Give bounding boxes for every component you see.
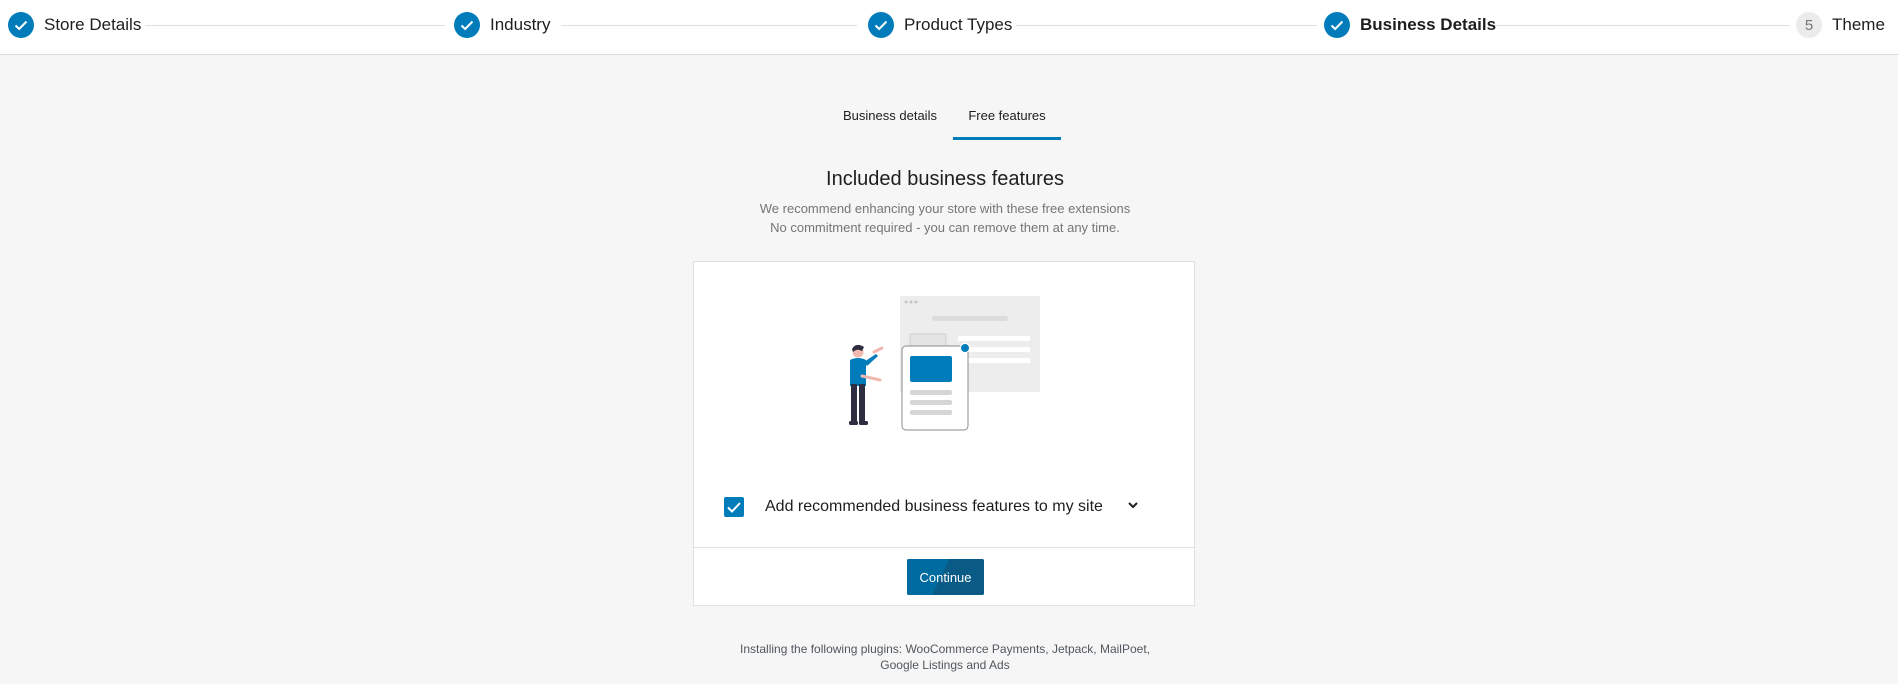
step-product-types[interactable]: Product Types bbox=[868, 12, 1012, 38]
setup-stepper: Store Details Industry Product Types Bus… bbox=[0, 0, 1898, 55]
check-icon bbox=[1324, 12, 1350, 38]
step-connector bbox=[1016, 25, 1317, 26]
check-icon bbox=[454, 12, 480, 38]
plugins-note-line: Installing the following plugins: WooCom… bbox=[740, 642, 1150, 656]
tab-free-features[interactable]: Free features bbox=[953, 96, 1061, 140]
check-icon bbox=[8, 12, 34, 38]
step-label: Product Types bbox=[904, 15, 1013, 34]
page-title: Included business features bbox=[826, 168, 1064, 190]
card-divider bbox=[694, 547, 1194, 548]
step-theme[interactable]: 5 Theme bbox=[1796, 12, 1885, 38]
step-label: Industry bbox=[490, 15, 551, 34]
step-store-details[interactable]: Store Details bbox=[8, 12, 141, 38]
tab-bar: Business details Free features bbox=[0, 96, 1898, 140]
step-number-badge: 5 bbox=[1796, 12, 1822, 38]
step-label: Business Details bbox=[1360, 15, 1497, 34]
tab-business-details[interactable]: Business details bbox=[836, 96, 944, 137]
plugins-note: Installing the following plugins: WooCom… bbox=[0, 641, 1890, 673]
step-connector bbox=[145, 25, 445, 26]
chevron-down-icon[interactable] bbox=[1126, 498, 1140, 512]
checkbox-label: Add recommended business features to my … bbox=[765, 498, 1103, 515]
step-industry[interactable]: Industry bbox=[454, 12, 550, 38]
step-business-details[interactable]: Business Details bbox=[1324, 12, 1496, 38]
step-label: Theme bbox=[1832, 15, 1885, 34]
step-connector bbox=[561, 25, 857, 26]
features-card: Add recommended business features to my … bbox=[693, 261, 1195, 606]
step-connector bbox=[1488, 25, 1790, 26]
recommended-features-checkbox[interactable] bbox=[724, 497, 744, 517]
page-subtitle: We recommend enhancing your store with t… bbox=[759, 201, 1131, 216]
continue-button[interactable]: Continue bbox=[907, 559, 984, 595]
step-label: Store Details bbox=[44, 15, 142, 34]
continue-button-label: Continue bbox=[919, 569, 972, 585]
page-subtitle: No commitment required - you can remove … bbox=[770, 220, 1120, 235]
recommended-features-option: Add recommended business features to my … bbox=[724, 494, 1103, 520]
check-icon bbox=[868, 12, 894, 38]
plugins-note-line: Google Listings and Ads bbox=[880, 658, 1010, 672]
business-features-illustration bbox=[849, 296, 1040, 431]
checkmark-icon bbox=[727, 501, 741, 513]
